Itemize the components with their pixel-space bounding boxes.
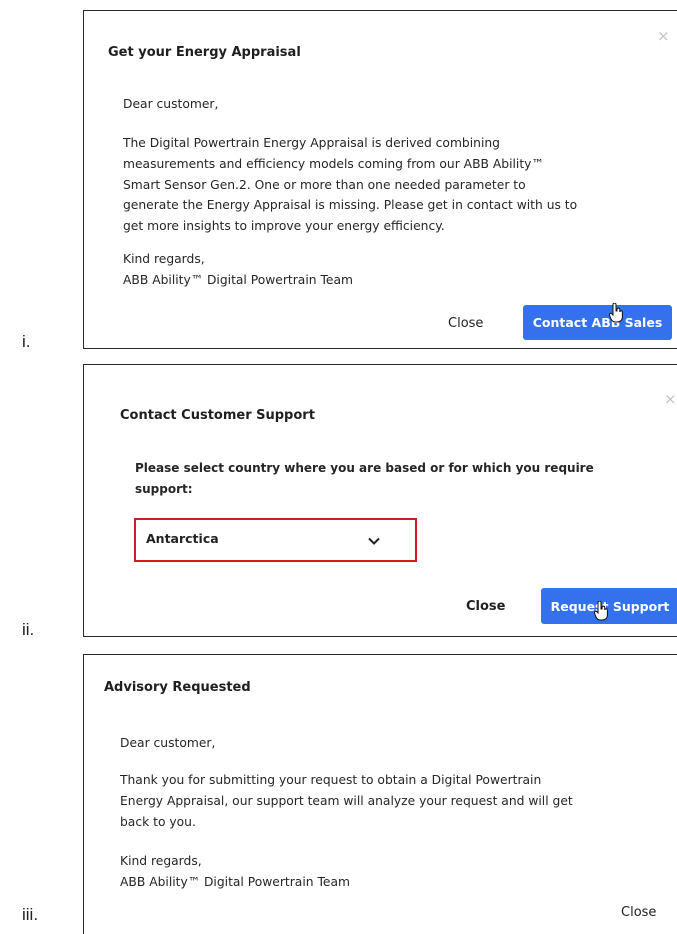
country-select-value: Antarctica [146,531,219,546]
dialog-title: Contact Customer Support [120,408,315,423]
energy-appraisal-dialog: × Get your Energy Appraisal Dear custome… [83,10,677,349]
hand-cursor-icon [594,601,608,621]
hand-cursor-icon [609,303,623,323]
body-line: Energy Appraisal, our support team will … [120,793,573,808]
label-i: i. [22,332,31,351]
body-line: measurements and efficiency models comin… [123,156,544,171]
signature: Kind regards, ABB Ability™ Digital Power… [120,851,350,893]
close-button[interactable]: Close [621,905,656,920]
label-iii: iii. [22,905,39,924]
body-line: back to you. [120,814,196,829]
request-support-button[interactable]: Request Support [541,588,677,624]
advisory-requested-dialog: Advisory Requested Dear customer, Thank … [83,654,677,934]
prompt-line: support: [135,481,193,496]
body-line: generate the Energy Appraisal is missing… [123,198,578,213]
label-ii: ii. [22,620,35,639]
body-line: The Digital Powertrain Energy Appraisal … [123,136,500,150]
body-line: get more insights to improve your energy… [123,219,445,234]
signature: Kind regards, ABB Ability™ Digital Power… [123,249,353,291]
prompt-line: Please select country where you are base… [135,461,594,475]
close-icon[interactable]: × [657,29,670,44]
regards-line: Kind regards, [120,854,202,868]
country-prompt: Please select country where you are base… [135,458,594,500]
close-icon[interactable]: × [664,392,677,407]
dialog-body: Thank you for submitting your request to… [120,770,573,832]
dialog-title: Get your Energy Appraisal [108,45,301,60]
team-line: ABB Ability™ Digital Powertrain Team [120,874,350,889]
dialog-body: The Digital Powertrain Energy Appraisal … [123,133,577,237]
country-select[interactable]: Antarctica [134,518,417,562]
greeting-text: Dear customer, [123,97,219,111]
close-button[interactable]: Close [448,316,483,331]
contact-sales-button[interactable]: Contact ABB Sales [523,305,672,340]
body-line: Smart Sensor Gen.2. One or more than one… [123,177,526,192]
greeting-text: Dear customer, [120,736,216,750]
dialog-title: Advisory Requested [104,680,251,695]
chevron-down-icon [368,537,380,545]
body-line: Thank you for submitting your request to… [120,773,542,787]
contact-support-dialog: × Contact Customer Support Please select… [83,364,677,637]
regards-line: Kind regards, [123,252,205,266]
close-button[interactable]: Close [466,599,505,614]
team-line: ABB Ability™ Digital Powertrain Team [123,272,353,287]
